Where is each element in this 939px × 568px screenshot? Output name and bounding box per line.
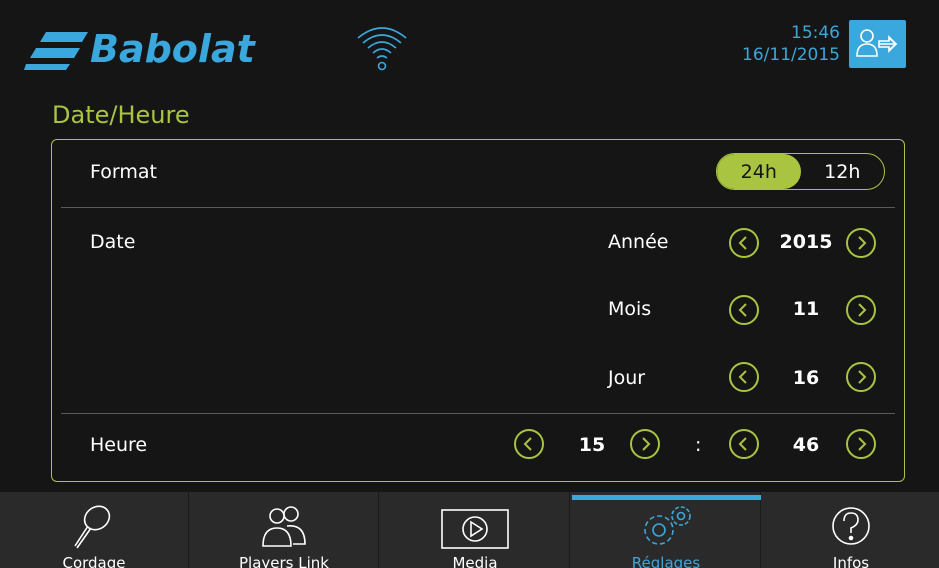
nav-label-cordage: Cordage — [62, 554, 126, 568]
minute-value: 46 — [792, 434, 820, 456]
logout-button[interactable] — [849, 20, 906, 68]
clock-date: 16/11/2015 — [742, 45, 840, 65]
time-separator: : — [695, 434, 702, 456]
minute-increment-button[interactable] — [846, 429, 876, 459]
play-icon — [441, 509, 509, 549]
chevron-left-icon — [523, 437, 532, 451]
date-label: Date — [90, 231, 136, 253]
nav-item-reglages[interactable]: Réglages — [572, 492, 761, 568]
month-decrement-button[interactable] — [729, 295, 759, 325]
year-value: 2015 — [779, 231, 833, 253]
hour-increment-button[interactable] — [630, 429, 660, 459]
svg-text:Babolat: Babolat — [90, 27, 257, 71]
active-tab-indicator — [572, 495, 761, 500]
hour-decrement-button[interactable] — [514, 429, 544, 459]
month-value: 11 — [792, 298, 820, 320]
clock: 15:46 16/11/2015 — [742, 22, 840, 66]
date-time-panel: Format 24h 12h Date Année 2015 Mois 11 J… — [51, 139, 905, 482]
divider — [61, 207, 895, 208]
nav-label-reglages: Réglages — [631, 554, 701, 568]
format-option-24h[interactable]: 24h — [717, 154, 801, 189]
day-label: Jour — [608, 367, 646, 389]
year-label: Année — [608, 231, 669, 253]
racket-icon — [74, 505, 111, 549]
year-decrement-button[interactable] — [729, 228, 759, 258]
day-increment-button[interactable] — [846, 362, 876, 392]
time-label: Heure — [90, 434, 148, 456]
nav-item-cordage[interactable]: Cordage — [0, 492, 189, 568]
babolat-logo: Babolat — [24, 27, 257, 71]
minute-decrement-button[interactable] — [729, 429, 759, 459]
month-label: Mois — [608, 298, 652, 320]
chevron-right-icon — [858, 370, 867, 384]
hour-value: 15 — [578, 434, 606, 456]
nav-item-infos[interactable]: Infos — [763, 492, 939, 568]
format-label: Format — [90, 161, 157, 183]
help-icon — [832, 507, 870, 545]
clock-time: 15:46 — [791, 23, 840, 43]
settings-gears-icon — [644, 506, 691, 545]
chevron-right-icon — [858, 437, 867, 451]
chevron-right-icon — [642, 437, 651, 451]
nav-item-media[interactable]: Media — [381, 492, 570, 568]
user-logout-icon — [856, 29, 898, 57]
chevron-left-icon — [738, 437, 747, 451]
wifi-icon — [357, 27, 407, 71]
chevron-left-icon — [738, 236, 747, 250]
bottom-navigation: Cordage Players Link Media Réglages Info… — [0, 492, 939, 568]
divider — [61, 413, 895, 414]
chevron-right-icon — [858, 236, 867, 250]
nav-label-players-link: Players Link — [239, 554, 329, 568]
nav-item-players-link[interactable]: Players Link — [190, 492, 379, 568]
top-bar: Babolat 15:46 16/11/2015 — [0, 0, 939, 95]
chevron-right-icon — [858, 303, 867, 317]
day-decrement-button[interactable] — [729, 362, 759, 392]
day-value: 16 — [792, 367, 820, 389]
nav-label-infos: Infos — [832, 554, 870, 568]
chevron-left-icon — [738, 370, 747, 384]
chevron-left-icon — [738, 303, 747, 317]
players-icon — [262, 506, 306, 547]
month-increment-button[interactable] — [846, 295, 876, 325]
page-title: Date/Heure — [52, 101, 190, 129]
format-toggle[interactable]: 24h 12h — [716, 153, 885, 190]
year-increment-button[interactable] — [846, 228, 876, 258]
format-option-12h[interactable]: 12h — [801, 154, 885, 189]
nav-label-media: Media — [452, 554, 498, 568]
